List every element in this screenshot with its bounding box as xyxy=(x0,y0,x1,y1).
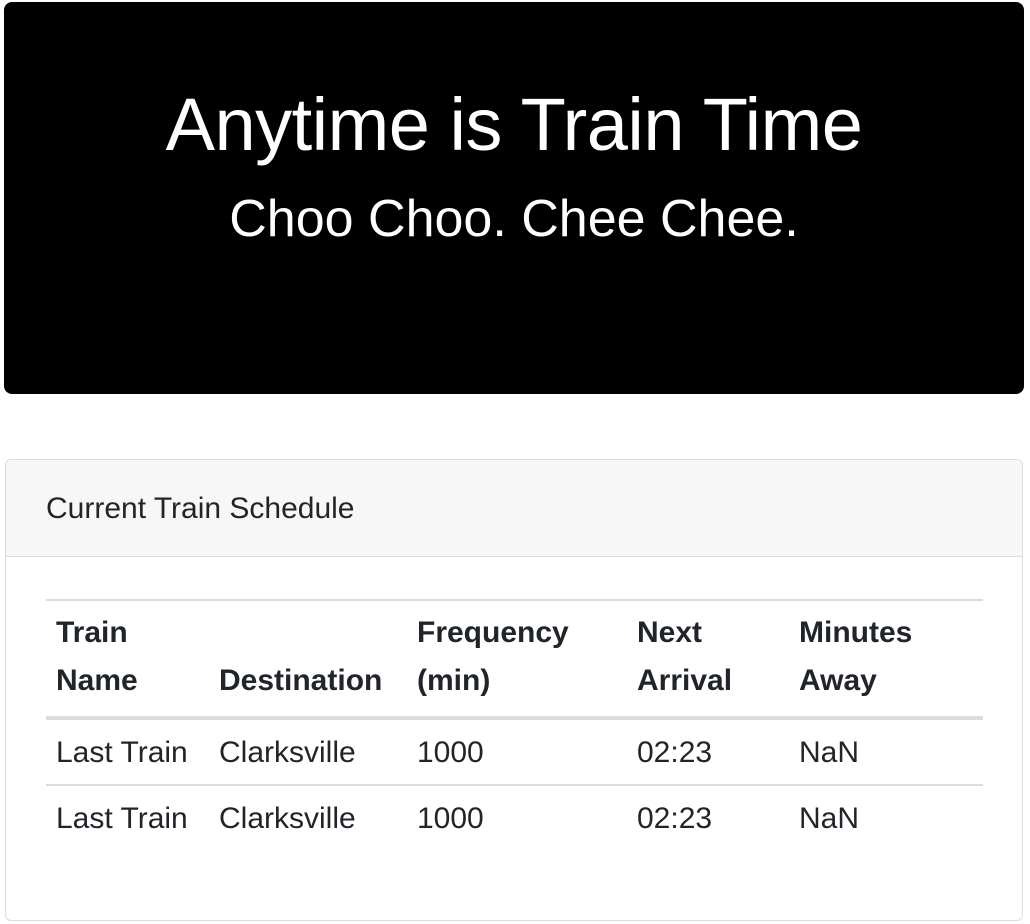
table-row: Last Train Clarksville 1000 02:23 NaN xyxy=(46,785,983,850)
schedule-card: Current Train Schedule Train Name Destina… xyxy=(5,459,1023,921)
cell-next-arrival: 02:23 xyxy=(637,802,713,835)
cell-destination: Clarksville xyxy=(219,802,356,835)
cell-minutes-away: NaN xyxy=(799,802,860,835)
table-header-row: Train Name Destination Frequency (min) Nex… xyxy=(46,599,983,720)
column-header-train-name: Train Name xyxy=(46,599,209,720)
table-row: Last Train Clarksville 1000 02:23 NaN xyxy=(46,718,983,786)
cell-train-name: Last Train xyxy=(46,718,209,786)
page-subtitle: Choo Choo. Chee Chee. xyxy=(229,190,799,248)
table-header: Train Name Destination Frequency (min) Nex… xyxy=(46,599,983,720)
cell-frequency: 1000 xyxy=(407,718,627,786)
table-body: Last Train Clarksville 1000 02:23 NaN La… xyxy=(46,718,983,850)
cell-next-arrival: 02:23 xyxy=(627,718,789,786)
column-header-next-arrival: Next Arrival xyxy=(627,599,789,720)
column-header-minutes-away: Minutes Away xyxy=(789,599,983,720)
column-header-destination: Destination xyxy=(209,599,407,720)
schedule-card-header: Current Train Schedule xyxy=(6,460,1022,557)
cell-minutes-away: NaN xyxy=(789,718,983,786)
column-header-frequency: Frequency (min) xyxy=(407,599,627,720)
train-schedule-table: Train Name Destination Frequency (min) Nex… xyxy=(46,599,983,850)
page-banner: Anytime is Train Time Choo Choo. Chee Ch… xyxy=(4,2,1024,394)
page-title: Anytime is Train Time xyxy=(165,83,863,166)
cell-train-name: Last Train xyxy=(56,802,188,835)
cell-destination: Clarksville xyxy=(209,718,407,786)
cell-frequency: 1000 xyxy=(417,802,484,835)
